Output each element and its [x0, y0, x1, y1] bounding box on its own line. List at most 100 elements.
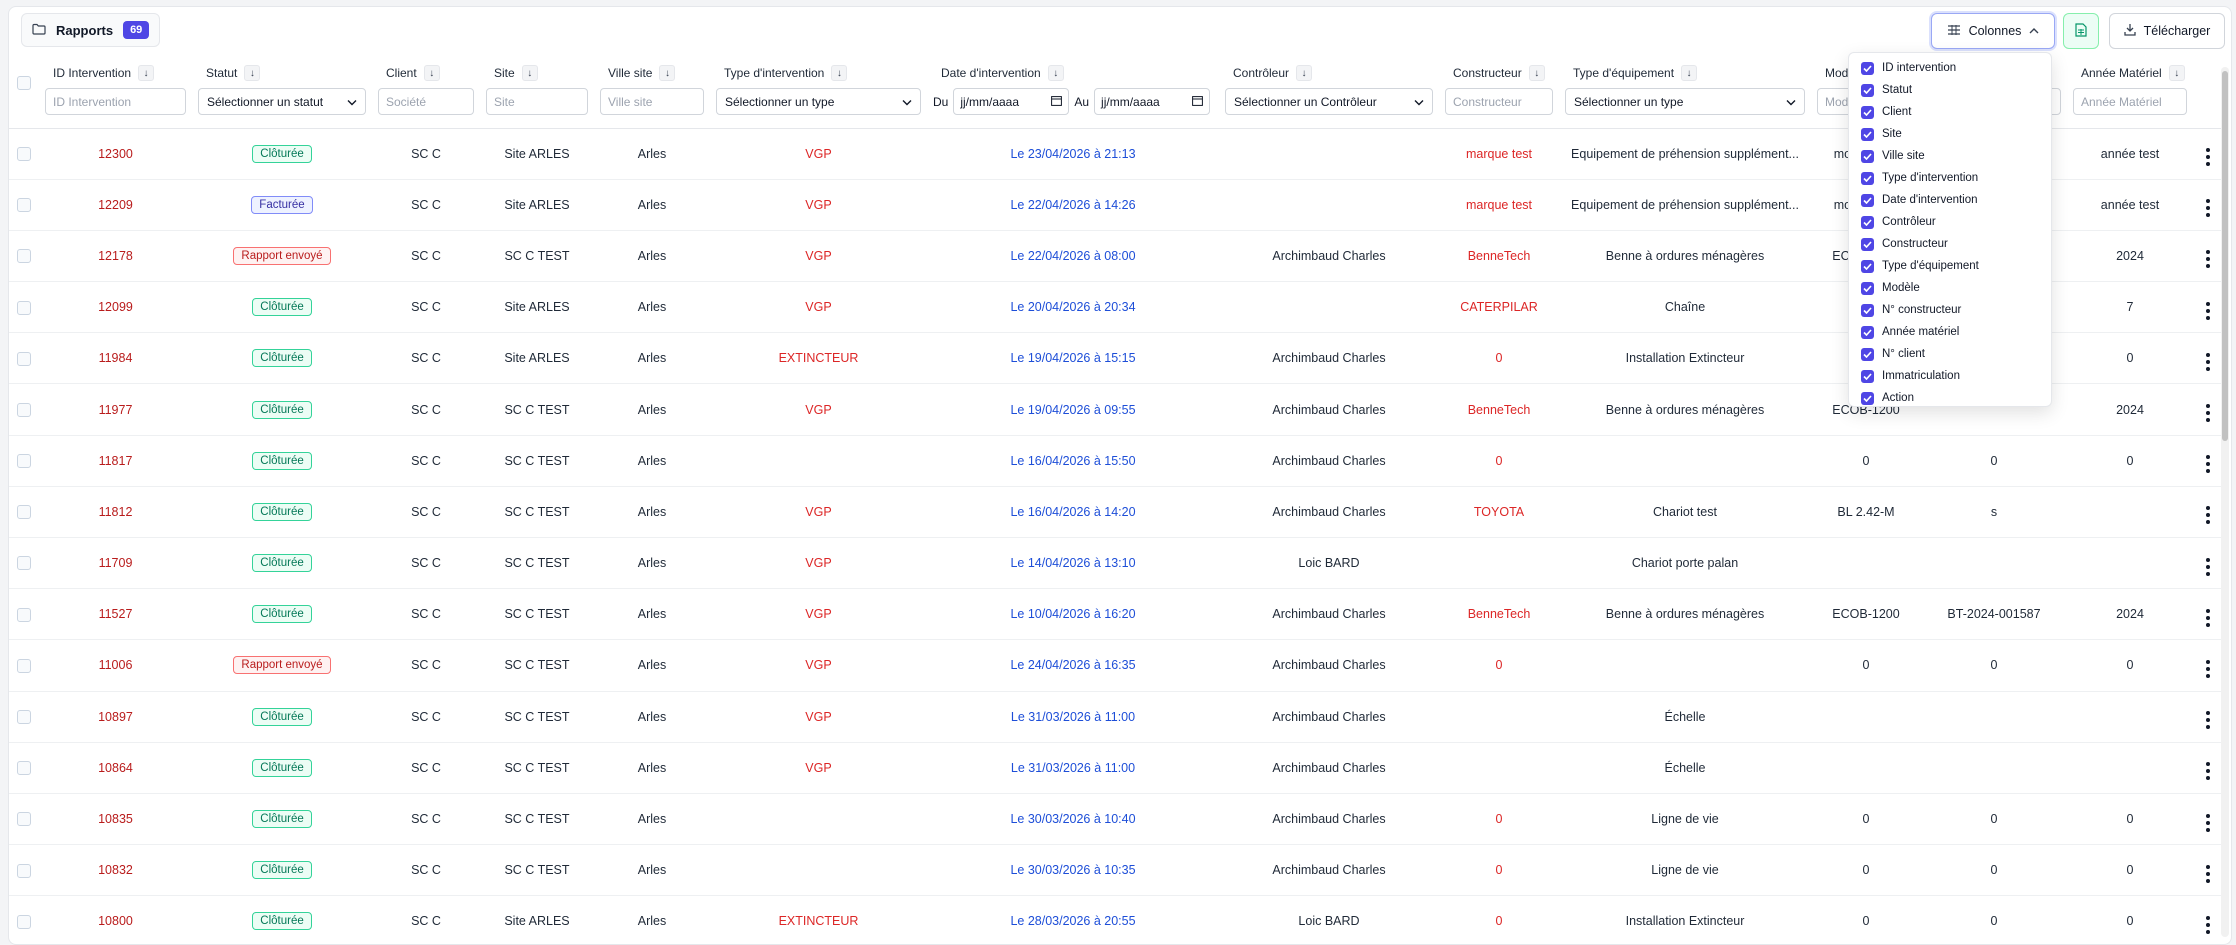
intervention-id-cell[interactable]: 11817 [39, 435, 192, 487]
table-row[interactable]: 11817 Clôturée SC C SC C TEST Arles Le 16/04/… [9, 435, 2223, 487]
table-row[interactable]: 10835 Clôturée SC C SC C TEST Arles Le 30/03/… [9, 793, 2223, 846]
more-vertical-icon[interactable] [2206, 915, 2210, 934]
checkbox-checked-icon[interactable] [1861, 237, 1874, 251]
checkbox-checked-icon[interactable] [1861, 325, 1874, 339]
checkbox-checked-icon[interactable] [1861, 105, 1874, 119]
column-label[interactable]: Année Matériel [2081, 66, 2162, 80]
checkbox-checked-icon[interactable] [1861, 215, 1874, 229]
intervention-id-cell[interactable]: 11527 [39, 588, 192, 641]
column-label[interactable]: Type d'intervention [724, 66, 824, 80]
row-checkbox[interactable] [17, 761, 31, 776]
column-label[interactable]: Contrôleur [1233, 66, 1289, 80]
arrow-down-icon[interactable]: ↓ [1681, 65, 1698, 81]
more-vertical-icon[interactable] [2206, 608, 2210, 627]
intervention-id-cell[interactable]: 11006 [39, 639, 192, 692]
checkbox-checked-icon[interactable] [1861, 369, 1874, 383]
more-vertical-icon[interactable] [2206, 199, 2210, 218]
select-all-checkbox[interactable] [17, 75, 31, 90]
filter-select-status[interactable]: Sélectionner un statut [198, 88, 366, 115]
intervention-id-cell[interactable]: 12178 [39, 230, 192, 283]
intervention-id-cell[interactable]: 11984 [39, 332, 192, 385]
row-checkbox[interactable] [17, 198, 31, 213]
arrow-down-icon[interactable]: ↓ [659, 65, 676, 81]
intervention-id-cell[interactable]: 12099 [39, 281, 192, 334]
intervention-id-cell[interactable]: 12209 [39, 179, 192, 231]
row-checkbox[interactable] [17, 863, 31, 878]
filter-select-type[interactable]: Sélectionner un type [716, 88, 921, 115]
columns-button[interactable]: Colonnes [1931, 13, 2055, 49]
row-checkbox[interactable] [17, 146, 31, 161]
arrow-down-icon[interactable]: ↓ [1296, 65, 1313, 81]
row-checkbox[interactable] [17, 454, 31, 469]
row-checkbox[interactable] [17, 300, 31, 315]
checkbox-checked-icon[interactable] [1861, 303, 1874, 317]
date-from-input[interactable]: jj/mm/aaaa [953, 88, 1070, 115]
checkbox-checked-icon[interactable] [1861, 347, 1874, 361]
column-toggle-item[interactable]: Statut [1849, 79, 2051, 101]
column-label[interactable]: Type d'équipement [1573, 66, 1674, 80]
column-toggle-item[interactable]: Date d'intervention [1849, 189, 2051, 211]
arrow-down-icon[interactable]: ↓ [244, 65, 261, 81]
intervention-id-cell[interactable]: 11977 [39, 383, 192, 436]
intervention-id-cell[interactable]: 10897 [39, 691, 192, 743]
column-label[interactable]: Ville site [608, 66, 652, 80]
table-row[interactable]: 11527 Clôturée SC C SC C TEST Arles VGP Le 10/… [9, 588, 2223, 641]
checkbox-checked-icon[interactable] [1861, 171, 1874, 185]
row-checkbox[interactable] [17, 658, 31, 673]
intervention-id-cell[interactable]: 11812 [39, 486, 192, 539]
row-checkbox[interactable] [17, 556, 31, 571]
reports-tab[interactable]: Rapports 69 [21, 13, 161, 47]
scrollbar-thumb[interactable] [2222, 71, 2228, 441]
column-toggle-item[interactable]: Site [1849, 123, 2051, 145]
date-to-input[interactable]: jj/mm/aaaa [1094, 88, 1211, 115]
vertical-scrollbar[interactable] [2221, 67, 2229, 937]
column-label[interactable]: Statut [206, 66, 237, 80]
intervention-id-cell[interactable]: 12300 [39, 128, 192, 180]
table-row[interactable]: 11709 Clôturée SC C SC C TEST Arles VGP Le 14/… [9, 537, 2223, 590]
table-row[interactable]: 10800 Clôturée SC C Site ARLES Arles EXTINCTE… [9, 895, 2223, 944]
more-vertical-icon[interactable] [2206, 864, 2210, 883]
table-row[interactable]: 10864 Clôturée SC C SC C TEST Arles VGP Le 31/… [9, 742, 2223, 794]
row-checkbox[interactable] [17, 351, 31, 366]
intervention-id-cell[interactable]: 10835 [39, 793, 192, 846]
table-row[interactable]: 10832 Clôturée SC C SC C TEST Arles Le 30/03/… [9, 844, 2223, 897]
row-checkbox[interactable] [17, 914, 31, 929]
filter-input-site[interactable]: Site [486, 88, 588, 115]
column-toggle-item[interactable]: Année matériel [1849, 321, 2051, 343]
column-label[interactable]: ID Intervention [53, 66, 131, 80]
table-row[interactable]: 10897 Clôturée SC C SC C TEST Arles VGP Le 31/… [9, 691, 2223, 743]
column-toggle-item[interactable]: Type d'équipement [1849, 255, 2051, 277]
intervention-id-cell[interactable]: 10864 [39, 742, 192, 794]
column-toggle-item[interactable]: Contrôleur [1849, 211, 2051, 233]
column-label[interactable]: Constructeur [1453, 66, 1522, 80]
filter-input-client[interactable]: Société [378, 88, 474, 115]
row-checkbox[interactable] [17, 505, 31, 520]
more-vertical-icon[interactable] [2206, 762, 2210, 781]
row-checkbox[interactable] [17, 607, 31, 622]
column-label[interactable]: Site [494, 66, 515, 80]
column-toggle-item[interactable]: N° client [1849, 343, 2051, 365]
more-vertical-icon[interactable] [2206, 813, 2210, 832]
arrow-down-icon[interactable]: ↓ [1528, 65, 1545, 81]
arrow-down-icon[interactable]: ↓ [138, 65, 155, 81]
intervention-id-cell[interactable]: 10832 [39, 844, 192, 897]
arrow-down-icon[interactable]: ↓ [423, 65, 440, 81]
table-row[interactable]: 11812 Clôturée SC C SC C TEST Arles VGP Le 16/… [9, 486, 2223, 539]
checkbox-checked-icon[interactable] [1861, 281, 1874, 295]
column-toggle-item[interactable]: Action [1849, 387, 2051, 409]
arrow-down-icon[interactable]: ↓ [521, 65, 538, 81]
more-vertical-icon[interactable] [2206, 301, 2210, 320]
row-checkbox[interactable] [17, 812, 31, 827]
checkbox-checked-icon[interactable] [1861, 391, 1874, 405]
checkbox-checked-icon[interactable] [1861, 259, 1874, 273]
more-vertical-icon[interactable] [2206, 506, 2210, 525]
filter-input-city[interactable]: Ville site [600, 88, 704, 115]
filter-select-controller[interactable]: Sélectionner un Contrôleur [1225, 88, 1433, 115]
filter-input-year[interactable]: Année Matériel [2073, 88, 2187, 115]
arrow-down-icon[interactable]: ↓ [831, 65, 848, 81]
more-vertical-icon[interactable] [2206, 659, 2210, 678]
more-vertical-icon[interactable] [2206, 148, 2210, 167]
column-label[interactable]: Client [386, 66, 417, 80]
column-toggle-item[interactable]: Modèle [1849, 277, 2051, 299]
checkbox-checked-icon[interactable] [1861, 193, 1874, 207]
